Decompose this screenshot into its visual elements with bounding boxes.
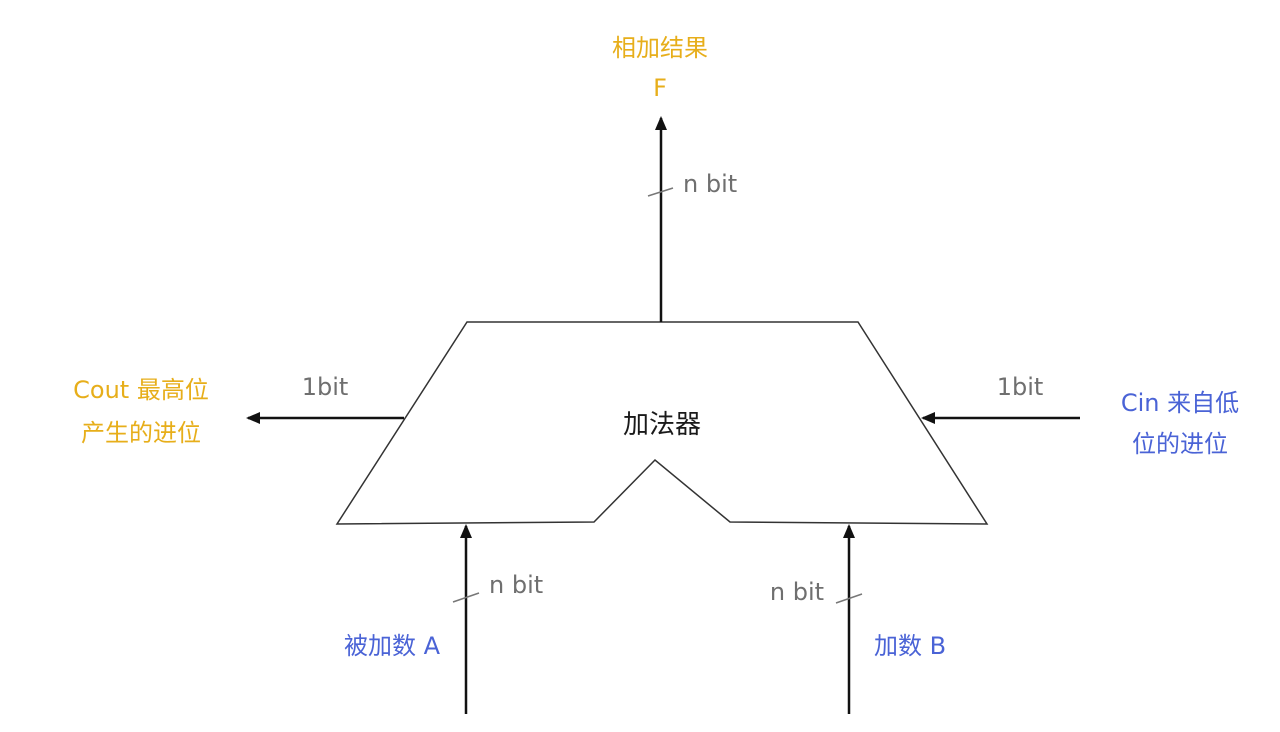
cout-width: 1bit xyxy=(302,373,349,401)
output-f-width: n bit xyxy=(683,170,737,198)
cout-label-line1: Cout 最高位 xyxy=(73,376,209,404)
input-b-label: 加数 B xyxy=(874,632,946,660)
cout-label-line2: 产生的进位 xyxy=(81,419,201,447)
cin-width: 1bit xyxy=(997,373,1044,401)
adder-label: 加法器 xyxy=(623,410,701,440)
output-f-label-line2: F xyxy=(653,74,667,102)
input-b-width: n bit xyxy=(770,578,824,606)
input-a-label: 被加数 A xyxy=(344,632,441,660)
cin-label-line1: Cin 来自低 xyxy=(1121,389,1239,417)
input-a-width: n bit xyxy=(489,571,543,599)
output-f-label-line1: 相加结果 xyxy=(612,34,708,62)
cin-label-line2: 位的进位 xyxy=(1132,430,1228,458)
adder-diagram: 加法器 n bit 相加结果 F 1bit Cout 最高位 产生的进位 1bi… xyxy=(73,34,1239,714)
